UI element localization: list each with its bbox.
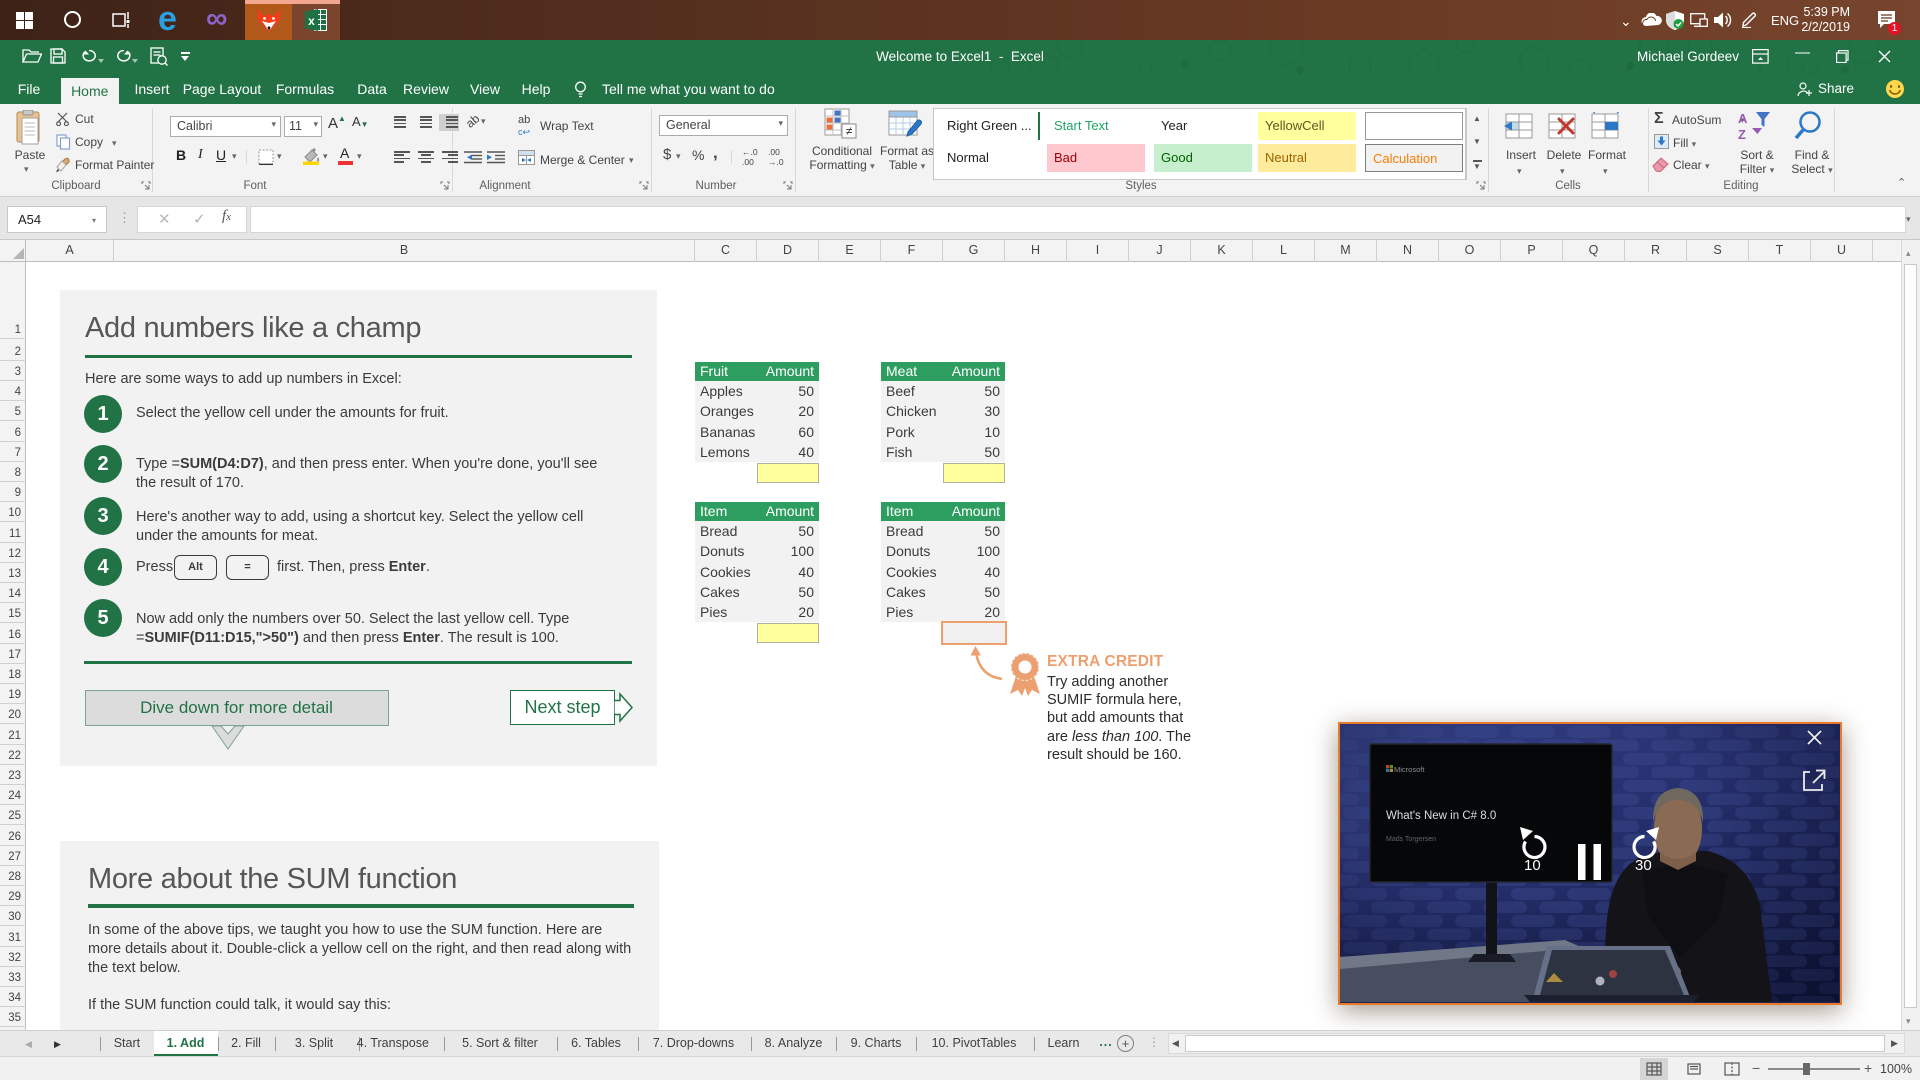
svg-text:Microsoft: Microsoft xyxy=(1394,765,1425,774)
svg-text:Mads Torgersen: Mads Torgersen xyxy=(1386,836,1436,843)
svg-text:What's New in C# 8.0: What's New in C# 8.0 xyxy=(1386,810,1496,822)
svg-text:A: A xyxy=(1738,111,1748,126)
svg-text:30: 30 xyxy=(1635,857,1652,874)
svg-text:x: x xyxy=(308,14,315,28)
svg-text:Z: Z xyxy=(1738,127,1746,142)
svg-text:≠: ≠ xyxy=(846,124,853,138)
svg-text:10: 10 xyxy=(1524,857,1541,874)
